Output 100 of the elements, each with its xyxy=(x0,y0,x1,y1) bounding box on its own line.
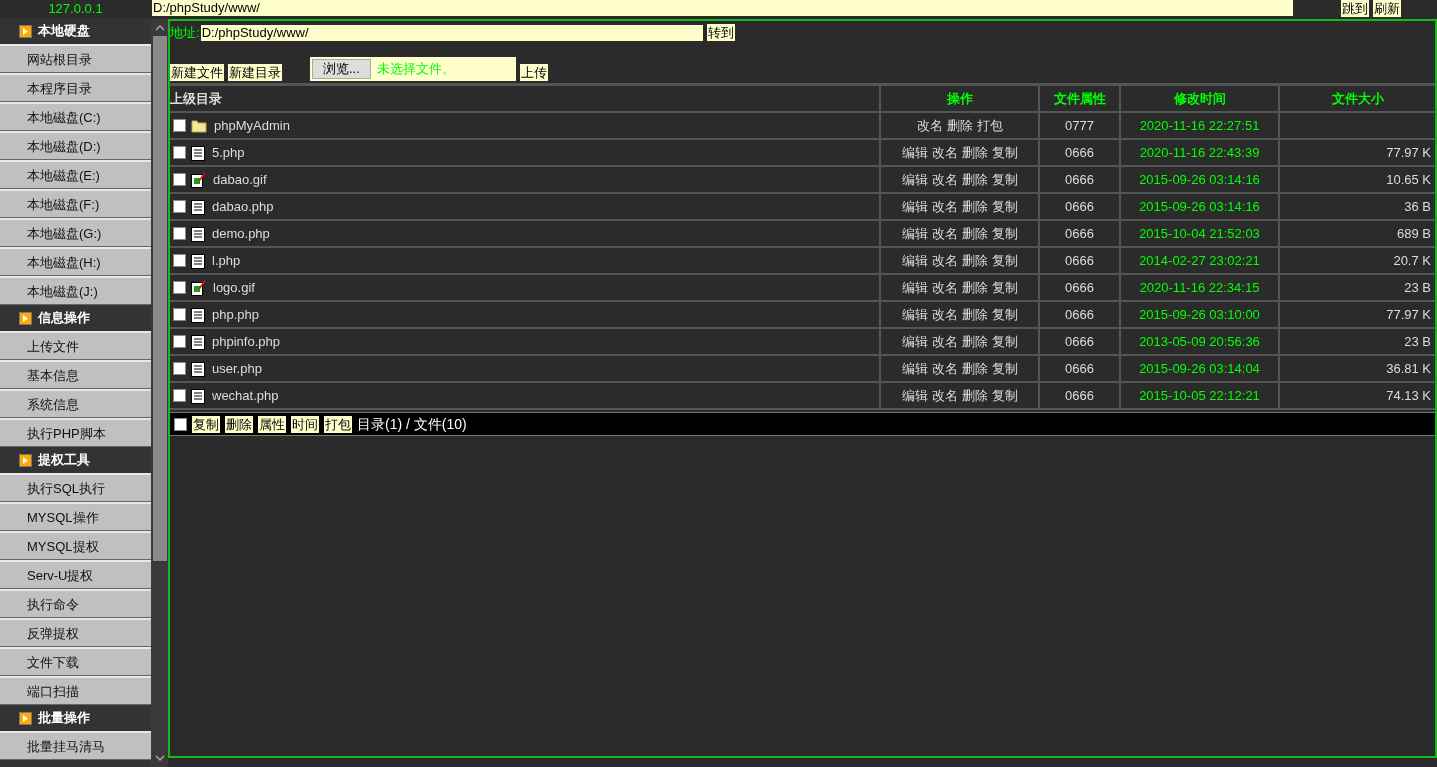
action-link[interactable]: 复制 xyxy=(991,142,1018,163)
checkbox[interactable] xyxy=(173,335,186,348)
sidebar-item[interactable]: 反弹提权 xyxy=(0,618,151,647)
sidebar-item[interactable]: 执行PHP脚本 xyxy=(0,418,151,447)
action-link[interactable]: 改名 xyxy=(931,142,958,163)
action-link[interactable]: 编辑 xyxy=(901,142,928,163)
action-link[interactable]: 编辑 xyxy=(901,304,928,325)
action-link[interactable]: 删除 xyxy=(961,304,988,325)
browse-button[interactable]: 浏览... xyxy=(312,59,371,79)
sidebar-item[interactable]: 本地磁盘(F:) xyxy=(0,189,151,218)
action-link[interactable]: 删除 xyxy=(961,385,988,406)
action-link[interactable]: 删除 xyxy=(961,250,988,271)
checkbox[interactable] xyxy=(173,119,186,132)
checkbox[interactable] xyxy=(173,389,186,402)
sidebar-item[interactable]: 上传文件 xyxy=(0,331,151,360)
sidebar-item[interactable]: MYSQL操作 xyxy=(0,502,151,531)
action-link[interactable]: 编辑 xyxy=(901,223,928,244)
sidebar-item[interactable]: 网站根目录 xyxy=(0,44,151,73)
sidebar-item[interactable]: 本地磁盘(D:) xyxy=(0,131,151,160)
action-link[interactable]: 编辑 xyxy=(901,250,928,271)
sidebar-item[interactable]: 本地磁盘(J:) xyxy=(0,276,151,305)
checkbox[interactable] xyxy=(173,254,186,267)
action-link[interactable]: 复制 xyxy=(991,169,1018,190)
action-link[interactable]: 复制 xyxy=(991,385,1018,406)
batch-button[interactable]: 打包 xyxy=(324,415,352,433)
sidebar-item[interactable]: 批量挂马清马 xyxy=(0,731,151,760)
action-link[interactable]: 复制 xyxy=(991,223,1018,244)
file-name-link[interactable]: dabao.gif xyxy=(213,169,267,190)
checkbox[interactable] xyxy=(173,362,186,375)
batch-button[interactable]: 删除 xyxy=(225,415,253,433)
sidebar-item[interactable]: 本程序目录 xyxy=(0,73,151,102)
file-name-link[interactable]: phpMyAdmin xyxy=(214,115,290,136)
file-name-link[interactable]: php.php xyxy=(212,304,259,325)
sidebar-item[interactable]: Serv-U提权 xyxy=(0,560,151,589)
file-upload-field[interactable]: 浏览... 未选择文件。 xyxy=(310,57,516,81)
file-name-link[interactable]: user.php xyxy=(212,358,262,379)
sidebar-item[interactable]: 执行命令 xyxy=(0,589,151,618)
action-link[interactable]: 删除 xyxy=(961,223,988,244)
checkbox[interactable] xyxy=(173,200,186,213)
path-field[interactable]: D:/phpStudy/www/ xyxy=(152,0,1293,16)
action-link[interactable]: 改名 xyxy=(931,250,958,271)
toolbar-button[interactable]: 刷新 xyxy=(1373,0,1401,17)
action-link[interactable]: 改名 xyxy=(916,115,943,136)
action-link[interactable]: 复制 xyxy=(991,331,1018,352)
sidebar-item[interactable]: 端口扫描 xyxy=(0,676,151,705)
action-link[interactable]: 编辑 xyxy=(901,196,928,217)
action-link[interactable]: 编辑 xyxy=(901,277,928,298)
action-link[interactable]: 编辑 xyxy=(901,385,928,406)
action-link[interactable]: 编辑 xyxy=(901,331,928,352)
sidebar-item[interactable]: 基本信息 xyxy=(0,360,151,389)
action-link[interactable]: 复制 xyxy=(991,304,1018,325)
action-link[interactable]: 复制 xyxy=(991,250,1018,271)
batch-button[interactable]: 时间 xyxy=(291,415,319,433)
action-link[interactable]: 编辑 xyxy=(901,358,928,379)
go-button[interactable]: 转到 xyxy=(706,24,735,41)
action-link[interactable]: 打包 xyxy=(976,115,1003,136)
file-name-link[interactable]: wechat.php xyxy=(212,385,279,406)
column-header[interactable]: 上级目录 xyxy=(170,86,879,111)
checkbox[interactable] xyxy=(173,227,186,240)
action-link[interactable]: 删除 xyxy=(961,277,988,298)
file-name-link[interactable]: dabao.php xyxy=(212,196,274,217)
action-link[interactable]: 删除 xyxy=(961,331,988,352)
action-link[interactable]: 复制 xyxy=(991,196,1018,217)
sidebar-item[interactable]: 文件下载 xyxy=(0,647,151,676)
sidebar-item[interactable]: 系统信息 xyxy=(0,389,151,418)
action-link[interactable]: 改名 xyxy=(931,223,958,244)
toolbar-button[interactable]: 新建目录 xyxy=(228,64,282,81)
file-name-link[interactable]: phpinfo.php xyxy=(212,331,280,352)
checkbox[interactable] xyxy=(173,308,186,321)
sidebar-item[interactable]: 本地磁盘(G:) xyxy=(0,218,151,247)
action-link[interactable]: 编辑 xyxy=(901,169,928,190)
batch-button[interactable]: 属性 xyxy=(258,415,286,433)
scrollbar[interactable] xyxy=(151,19,168,767)
action-link[interactable]: 改名 xyxy=(931,358,958,379)
action-link[interactable]: 删除 xyxy=(961,196,988,217)
scroll-thumb[interactable] xyxy=(152,36,167,561)
sidebar-item[interactable]: 本地磁盘(E:) xyxy=(0,160,151,189)
file-name-link[interactable]: logo.gif xyxy=(213,277,255,298)
action-link[interactable]: 改名 xyxy=(931,385,958,406)
action-link[interactable]: 删除 xyxy=(961,358,988,379)
action-link[interactable]: 删除 xyxy=(961,169,988,190)
action-link[interactable]: 改名 xyxy=(931,277,958,298)
batch-button[interactable]: 复制 xyxy=(192,415,220,433)
file-name-link[interactable]: 5.php xyxy=(212,142,245,163)
upload-button[interactable]: 上传 xyxy=(520,64,548,81)
action-link[interactable]: 删除 xyxy=(946,115,973,136)
address-field[interactable]: D:/phpStudy/www/ xyxy=(200,24,703,41)
action-link[interactable]: 复制 xyxy=(991,358,1018,379)
toolbar-button[interactable]: 跳到 xyxy=(1341,0,1369,17)
action-link[interactable]: 改名 xyxy=(931,169,958,190)
checkbox[interactable] xyxy=(173,173,186,186)
file-name-link[interactable]: demo.php xyxy=(212,223,270,244)
action-link[interactable]: 改名 xyxy=(931,331,958,352)
action-link[interactable]: 改名 xyxy=(931,304,958,325)
checkbox[interactable] xyxy=(173,146,186,159)
sidebar-item[interactable]: 执行SQL执行 xyxy=(0,473,151,502)
sidebar-item[interactable]: 本地磁盘(H:) xyxy=(0,247,151,276)
action-link[interactable]: 改名 xyxy=(931,196,958,217)
action-link[interactable]: 删除 xyxy=(961,142,988,163)
checkbox[interactable] xyxy=(174,417,187,431)
